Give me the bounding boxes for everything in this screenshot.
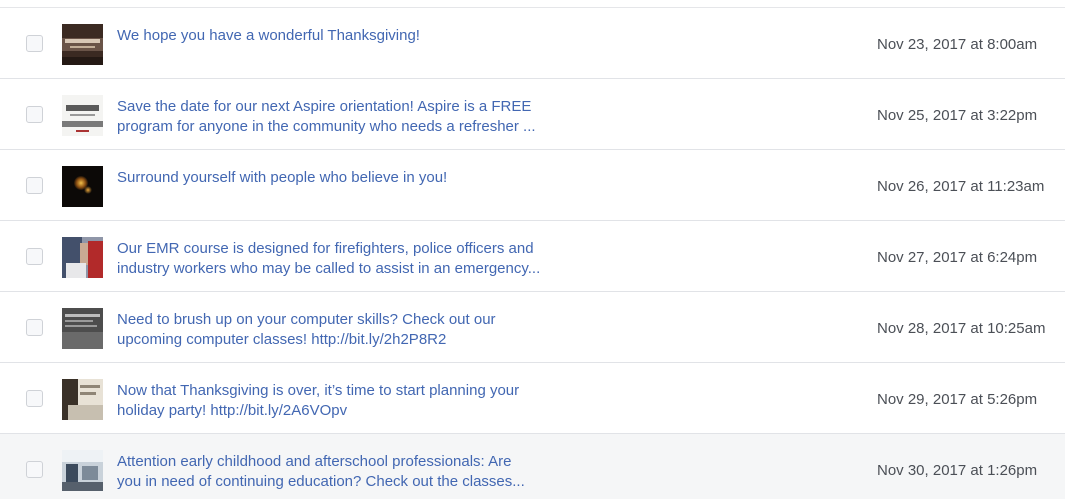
post-row[interactable]: Surround yourself with people who believ… xyxy=(0,150,1065,221)
post-date: Nov 27, 2017 at 6:24pm xyxy=(877,249,1038,266)
row-checkbox[interactable] xyxy=(26,177,43,194)
post-date: Nov 26, 2017 at 11:23am xyxy=(877,178,1045,195)
row-checkbox[interactable] xyxy=(26,319,43,336)
post-date: Nov 25, 2017 at 3:22pm xyxy=(877,107,1038,124)
post-text-line: Surround yourself with people who believ… xyxy=(117,169,448,186)
post-row[interactable]: Now that Thanksgiving is over, it’s time… xyxy=(0,363,1065,434)
post-text-line: We hope you have a wonderful Thanksgivin… xyxy=(117,27,420,44)
post-thumbnail[interactable] xyxy=(62,166,103,207)
post-text-line: Our EMR course is designed for firefight… xyxy=(117,240,534,257)
post-thumbnail[interactable] xyxy=(62,308,103,349)
row-checkbox[interactable] xyxy=(26,35,43,52)
post-text-line: you in need of continuing education? Che… xyxy=(117,473,525,490)
post-thumbnail[interactable] xyxy=(62,379,103,420)
post-link[interactable]: Attention early childhood and afterschoo… xyxy=(117,452,617,492)
post-text-line: Need to brush up on your computer skills… xyxy=(117,311,496,328)
scheduled-posts-list: We hope you have a wonderful Thanksgivin… xyxy=(0,0,1065,499)
post-date: Nov 23, 2017 at 8:00am xyxy=(877,36,1038,53)
post-link[interactable]: Surround yourself with people who believ… xyxy=(117,168,617,188)
post-thumbnail[interactable] xyxy=(62,24,103,65)
post-date: Nov 28, 2017 at 10:25am xyxy=(877,320,1046,337)
post-thumbnail[interactable] xyxy=(62,450,103,491)
post-text-line: upcoming computer classes! http://bit.ly… xyxy=(117,331,447,348)
post-text-line: Attention early childhood and afterschoo… xyxy=(117,453,512,470)
post-thumbnail[interactable] xyxy=(62,237,103,278)
post-text-line: program for anyone in the community who … xyxy=(117,118,536,135)
post-row[interactable]: Save the date for our next Aspire orient… xyxy=(0,79,1065,150)
post-row[interactable]: Attention early childhood and afterschoo… xyxy=(0,434,1065,499)
post-row[interactable]: Our EMR course is designed for firefight… xyxy=(0,221,1065,292)
post-link[interactable]: Need to brush up on your computer skills… xyxy=(117,310,617,350)
post-text-line: Save the date for our next Aspire orient… xyxy=(117,98,532,115)
post-row[interactable]: We hope you have a wonderful Thanksgivin… xyxy=(0,8,1065,79)
row-checkbox[interactable] xyxy=(26,248,43,265)
post-link[interactable]: Our EMR course is designed for firefight… xyxy=(117,239,617,279)
post-text-line: holiday party! http://bit.ly/2A6VOpv xyxy=(117,402,348,419)
row-checkbox[interactable] xyxy=(26,390,43,407)
post-date: Nov 29, 2017 at 5:26pm xyxy=(877,391,1038,408)
post-link[interactable]: We hope you have a wonderful Thanksgivin… xyxy=(117,26,617,46)
post-date: Nov 30, 2017 at 1:26pm xyxy=(877,462,1038,479)
post-text-line: industry workers who may be called to as… xyxy=(117,260,541,277)
row-checkbox[interactable] xyxy=(26,106,43,123)
post-link[interactable]: Save the date for our next Aspire orient… xyxy=(117,97,617,137)
post-link[interactable]: Now that Thanksgiving is over, it’s time… xyxy=(117,381,617,421)
row-checkbox[interactable] xyxy=(26,461,43,478)
post-row[interactable]: Need to brush up on your computer skills… xyxy=(0,292,1065,363)
post-text-line: Now that Thanksgiving is over, it’s time… xyxy=(117,382,520,399)
post-thumbnail[interactable] xyxy=(62,95,103,136)
